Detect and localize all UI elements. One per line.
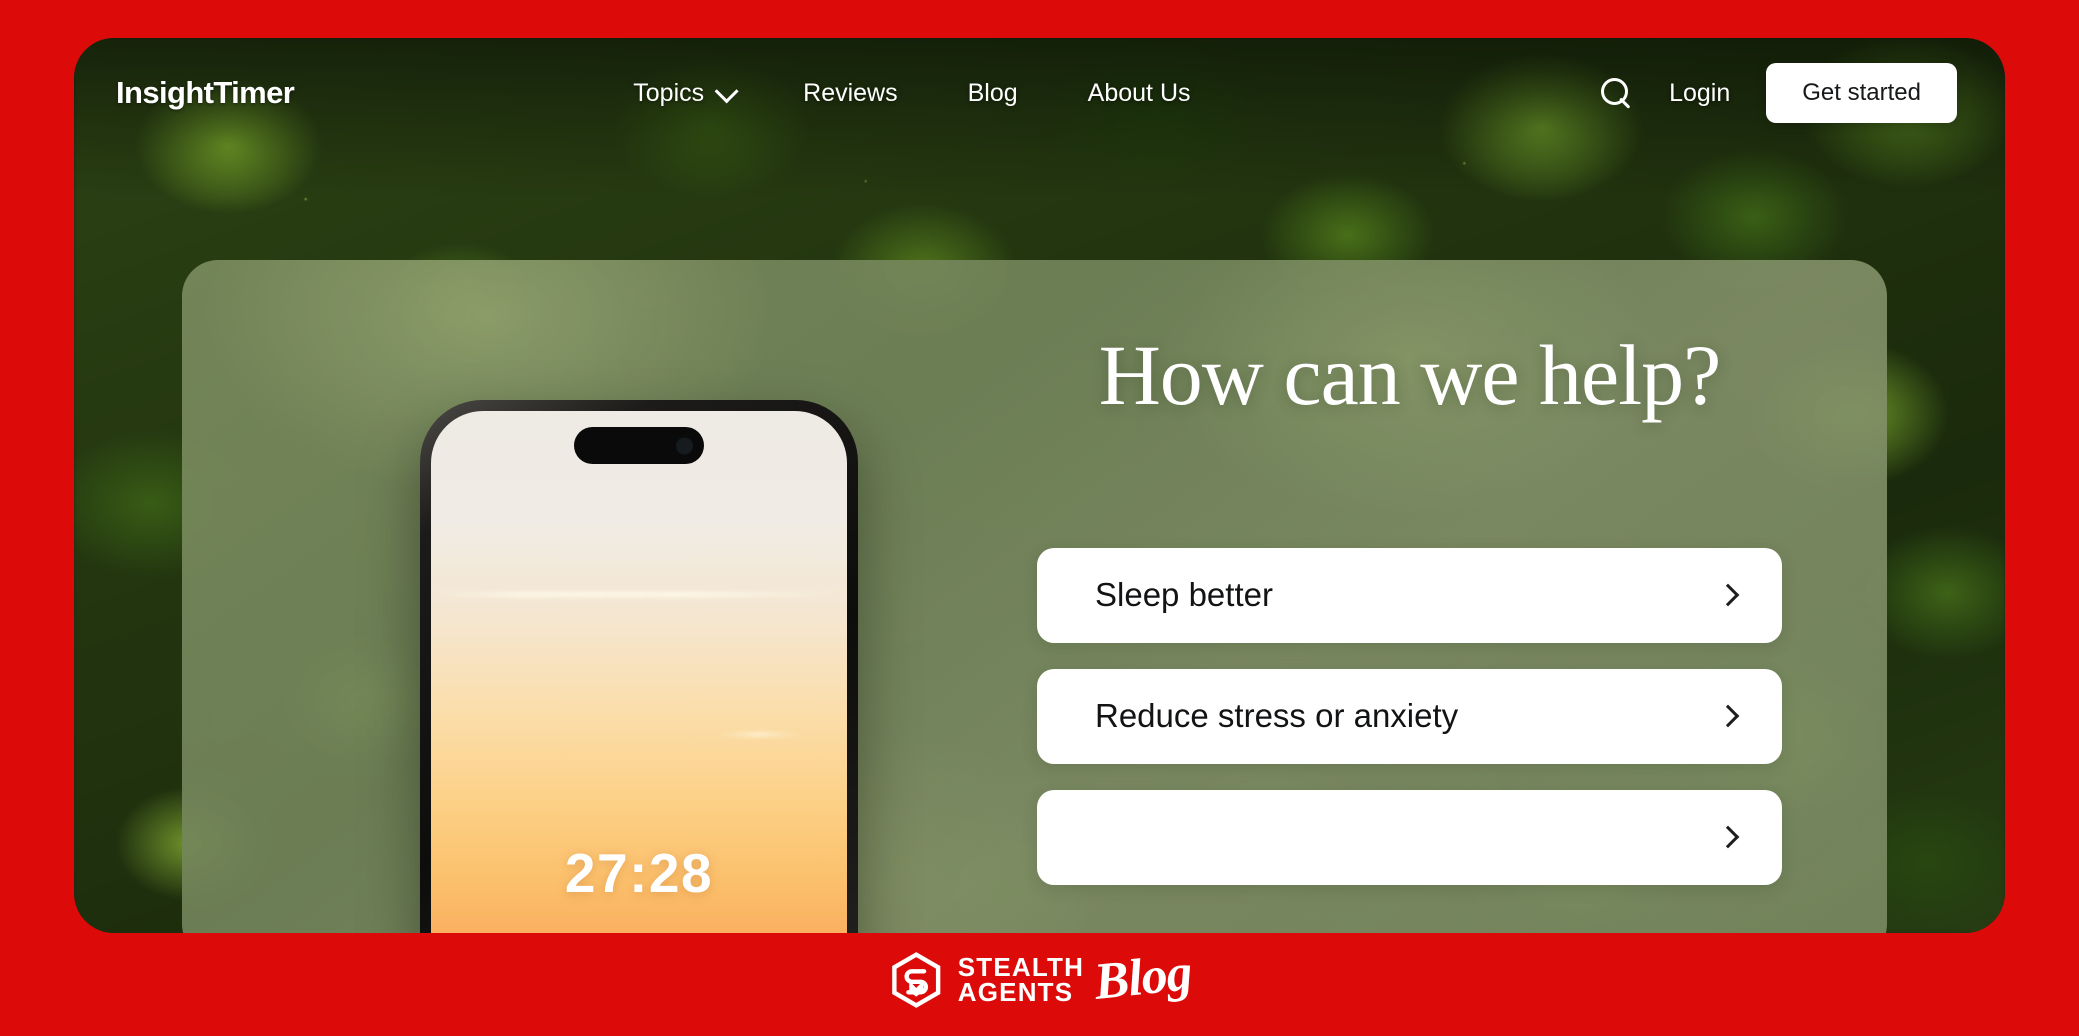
search-icon[interactable] bbox=[1599, 76, 1633, 110]
nav-item-about-us-label: About Us bbox=[1087, 78, 1191, 107]
nav-item-about-us[interactable]: About Us bbox=[1088, 79, 1191, 108]
help-option-reduce-stress[interactable]: Reduce stress or anxiety bbox=[1037, 668, 1782, 764]
nav-item-blog[interactable]: Blog bbox=[968, 79, 1018, 108]
primary-navigation: Topics Reviews Blog About Us bbox=[633, 79, 1190, 108]
nav-item-topics[interactable]: Topics bbox=[633, 78, 739, 108]
chevron-right-icon bbox=[1716, 583, 1740, 607]
help-option-label: Reduce stress or anxiety bbox=[1095, 697, 1459, 735]
watermark-line-2: AGENTS bbox=[957, 977, 1074, 1007]
chevron-down-icon bbox=[714, 78, 739, 103]
get-started-button[interactable]: Get started bbox=[1766, 63, 1957, 123]
hexagon-shield-icon bbox=[891, 952, 940, 1008]
website-screenshot-frame: InsightTimer Topics Reviews Blog About U… bbox=[74, 38, 2005, 933]
help-option-third-partial[interactable] bbox=[1037, 789, 1782, 885]
nav-item-reviews[interactable]: Reviews bbox=[803, 79, 897, 108]
help-options-list: Sleep better Reduce stress or anxiety bbox=[1037, 547, 1782, 885]
hero-glass-card: 27:28 How can we help? Sleep better Redu… bbox=[182, 260, 1887, 933]
help-option-label: Sleep better bbox=[1095, 576, 1273, 614]
chevron-right-icon bbox=[1716, 704, 1740, 728]
watermark-wordmark: STEALTH AGENTS bbox=[957, 953, 1084, 1007]
nav-item-reviews-label: Reviews bbox=[803, 78, 898, 107]
meditation-timer-value: 27:28 bbox=[564, 842, 714, 904]
site-logo[interactable]: InsightTimer bbox=[116, 75, 295, 111]
login-link[interactable]: Login bbox=[1669, 79, 1730, 108]
dynamic-island-notch bbox=[574, 427, 704, 464]
chevron-right-icon bbox=[1716, 825, 1740, 849]
stealth-agents-blog-watermark: STEALTH AGENTS Blog bbox=[888, 944, 1194, 1010]
page-title: How can we help? bbox=[1098, 327, 1722, 423]
phone-mockup: 27:28 bbox=[420, 400, 858, 933]
site-navbar: InsightTimer Topics Reviews Blog About U… bbox=[74, 38, 2005, 148]
hero-content-column: How can we help? Sleep better Reduce str… bbox=[1037, 327, 1782, 885]
nav-item-blog-label: Blog bbox=[967, 78, 1018, 107]
watermark-blog-script: Blog bbox=[1091, 943, 1194, 1011]
nav-item-topics-label: Topics bbox=[633, 78, 705, 107]
page-background: InsightTimer Topics Reviews Blog About U… bbox=[0, 0, 2079, 1036]
help-option-sleep-better[interactable]: Sleep better bbox=[1037, 547, 1782, 643]
navbar-actions: Login Get started bbox=[1599, 63, 1957, 123]
phone-screen: 27:28 bbox=[431, 411, 847, 933]
front-camera-icon bbox=[676, 437, 693, 454]
